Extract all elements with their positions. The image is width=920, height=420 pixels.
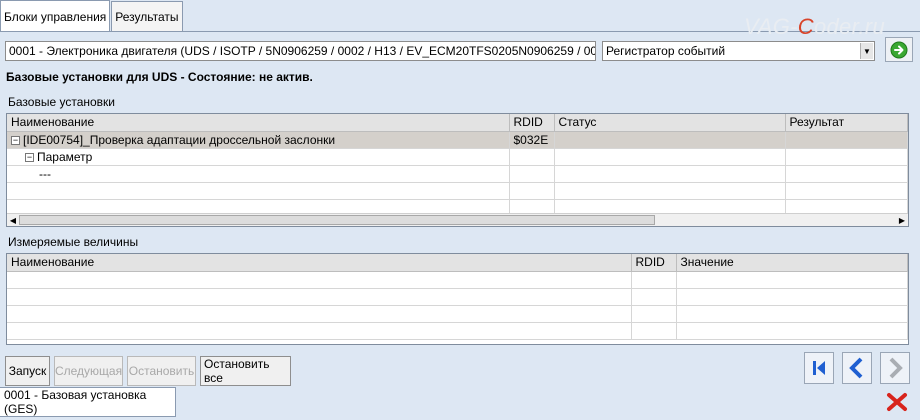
- mode-select-value: Регистратор событий: [606, 44, 726, 58]
- stop-button[interactable]: Остановить: [127, 356, 196, 386]
- cell-rdid: [509, 165, 555, 183]
- tab-results[interactable]: Результаты: [111, 1, 183, 32]
- red-x-close-icon: [887, 393, 907, 411]
- cell-result: [785, 131, 908, 149]
- mode-select[interactable]: Регистратор событий ▼: [602, 41, 875, 61]
- forward-button[interactable]: [880, 352, 910, 384]
- collapse-icon[interactable]: −: [25, 152, 34, 162]
- back-button[interactable]: [842, 352, 872, 384]
- measured-values-table: Наименование RDID Значение: [6, 253, 909, 345]
- cell-name-text: Параметр: [37, 149, 93, 164]
- column-header-rdid[interactable]: RDID: [631, 254, 677, 272]
- table-row: [7, 322, 908, 340]
- column-header-status[interactable]: Статус: [554, 114, 786, 132]
- table-row[interactable]: − Параметр: [7, 148, 908, 166]
- first-button[interactable]: [804, 352, 834, 384]
- cell-name-text: ---: [39, 166, 51, 181]
- tab-control-units[interactable]: Блоки управления: [0, 0, 111, 32]
- cell-status: [554, 165, 786, 183]
- column-header-result[interactable]: Результат: [785, 114, 908, 132]
- tab-label: Блоки управления: [4, 9, 107, 24]
- cell-name: [7, 182, 510, 200]
- skip-to-first-icon: [813, 361, 825, 375]
- tab-bar: Блоки управления Результаты: [0, 0, 183, 32]
- cell-rdid: $032E: [509, 131, 555, 149]
- cell-status: [554, 131, 786, 149]
- forward-arrow-icon: [889, 357, 903, 379]
- cell-rdid: [509, 182, 555, 200]
- scroll-right-icon[interactable]: ▶: [896, 214, 908, 226]
- horizontal-scrollbar[interactable]: ◀ ▶: [7, 213, 908, 226]
- basic-settings-table: Наименование RDID Статус Результат − [IDE…: [6, 113, 909, 227]
- measured-values-label: Измеряемые величины: [8, 235, 139, 249]
- status-text: Базовые установки для UDS - Состояние: н…: [6, 70, 313, 84]
- cell-name: − [IDE00754]_Проверка адаптации дроссельн…: [7, 131, 510, 149]
- cell-result: [785, 148, 908, 166]
- column-header-value[interactable]: Значение: [676, 254, 908, 272]
- basic-setting-tab[interactable]: 0001 - Базовая установка (GES): [0, 387, 176, 417]
- table-row[interactable]: − [IDE00754]_Проверка адаптации дроссельн…: [7, 131, 908, 149]
- cell-result: [785, 165, 908, 183]
- cell-name: ---: [7, 165, 510, 183]
- collapse-icon[interactable]: −: [11, 135, 20, 145]
- control-unit-field[interactable]: 0001 - Электроника двигателя (UDS / ISOT…: [5, 41, 596, 61]
- cell-name: − Параметр: [7, 148, 510, 166]
- go-button[interactable]: [885, 37, 913, 62]
- basic-setting-tab-label: 0001 - Базовая установка (GES): [4, 388, 147, 416]
- column-header-name[interactable]: Наименование: [7, 114, 510, 132]
- cell-status: [554, 148, 786, 166]
- cell-rdid: [509, 148, 555, 166]
- table-row: [7, 288, 908, 306]
- basic-settings-label: Базовые установки: [8, 95, 115, 109]
- scroll-left-icon[interactable]: ◀: [7, 214, 19, 226]
- cell-result: [785, 182, 908, 200]
- chevron-down-icon[interactable]: ▼: [860, 43, 873, 59]
- column-header-name[interactable]: Наименование: [7, 254, 632, 272]
- table-row: [7, 305, 908, 323]
- column-header-rdid[interactable]: RDID: [509, 114, 555, 132]
- table-row: [7, 271, 908, 289]
- cell-name-text: [IDE00754]_Проверка адаптации дроссельно…: [23, 132, 336, 147]
- site-watermark: VAG-Coder.ru: [744, 14, 885, 39]
- close-button[interactable]: [884, 391, 910, 413]
- start-button[interactable]: Запуск: [5, 356, 50, 386]
- table-row[interactable]: [7, 182, 908, 200]
- cell-status: [554, 182, 786, 200]
- back-arrow-icon: [849, 357, 863, 379]
- tab-label: Результаты: [115, 10, 179, 24]
- next-button[interactable]: Следующая: [54, 356, 123, 386]
- scroll-thumb[interactable]: [19, 215, 655, 225]
- green-arrow-right-icon: [890, 41, 908, 58]
- stop-all-button[interactable]: Остановить все: [200, 356, 291, 386]
- table-row[interactable]: ---: [7, 165, 908, 183]
